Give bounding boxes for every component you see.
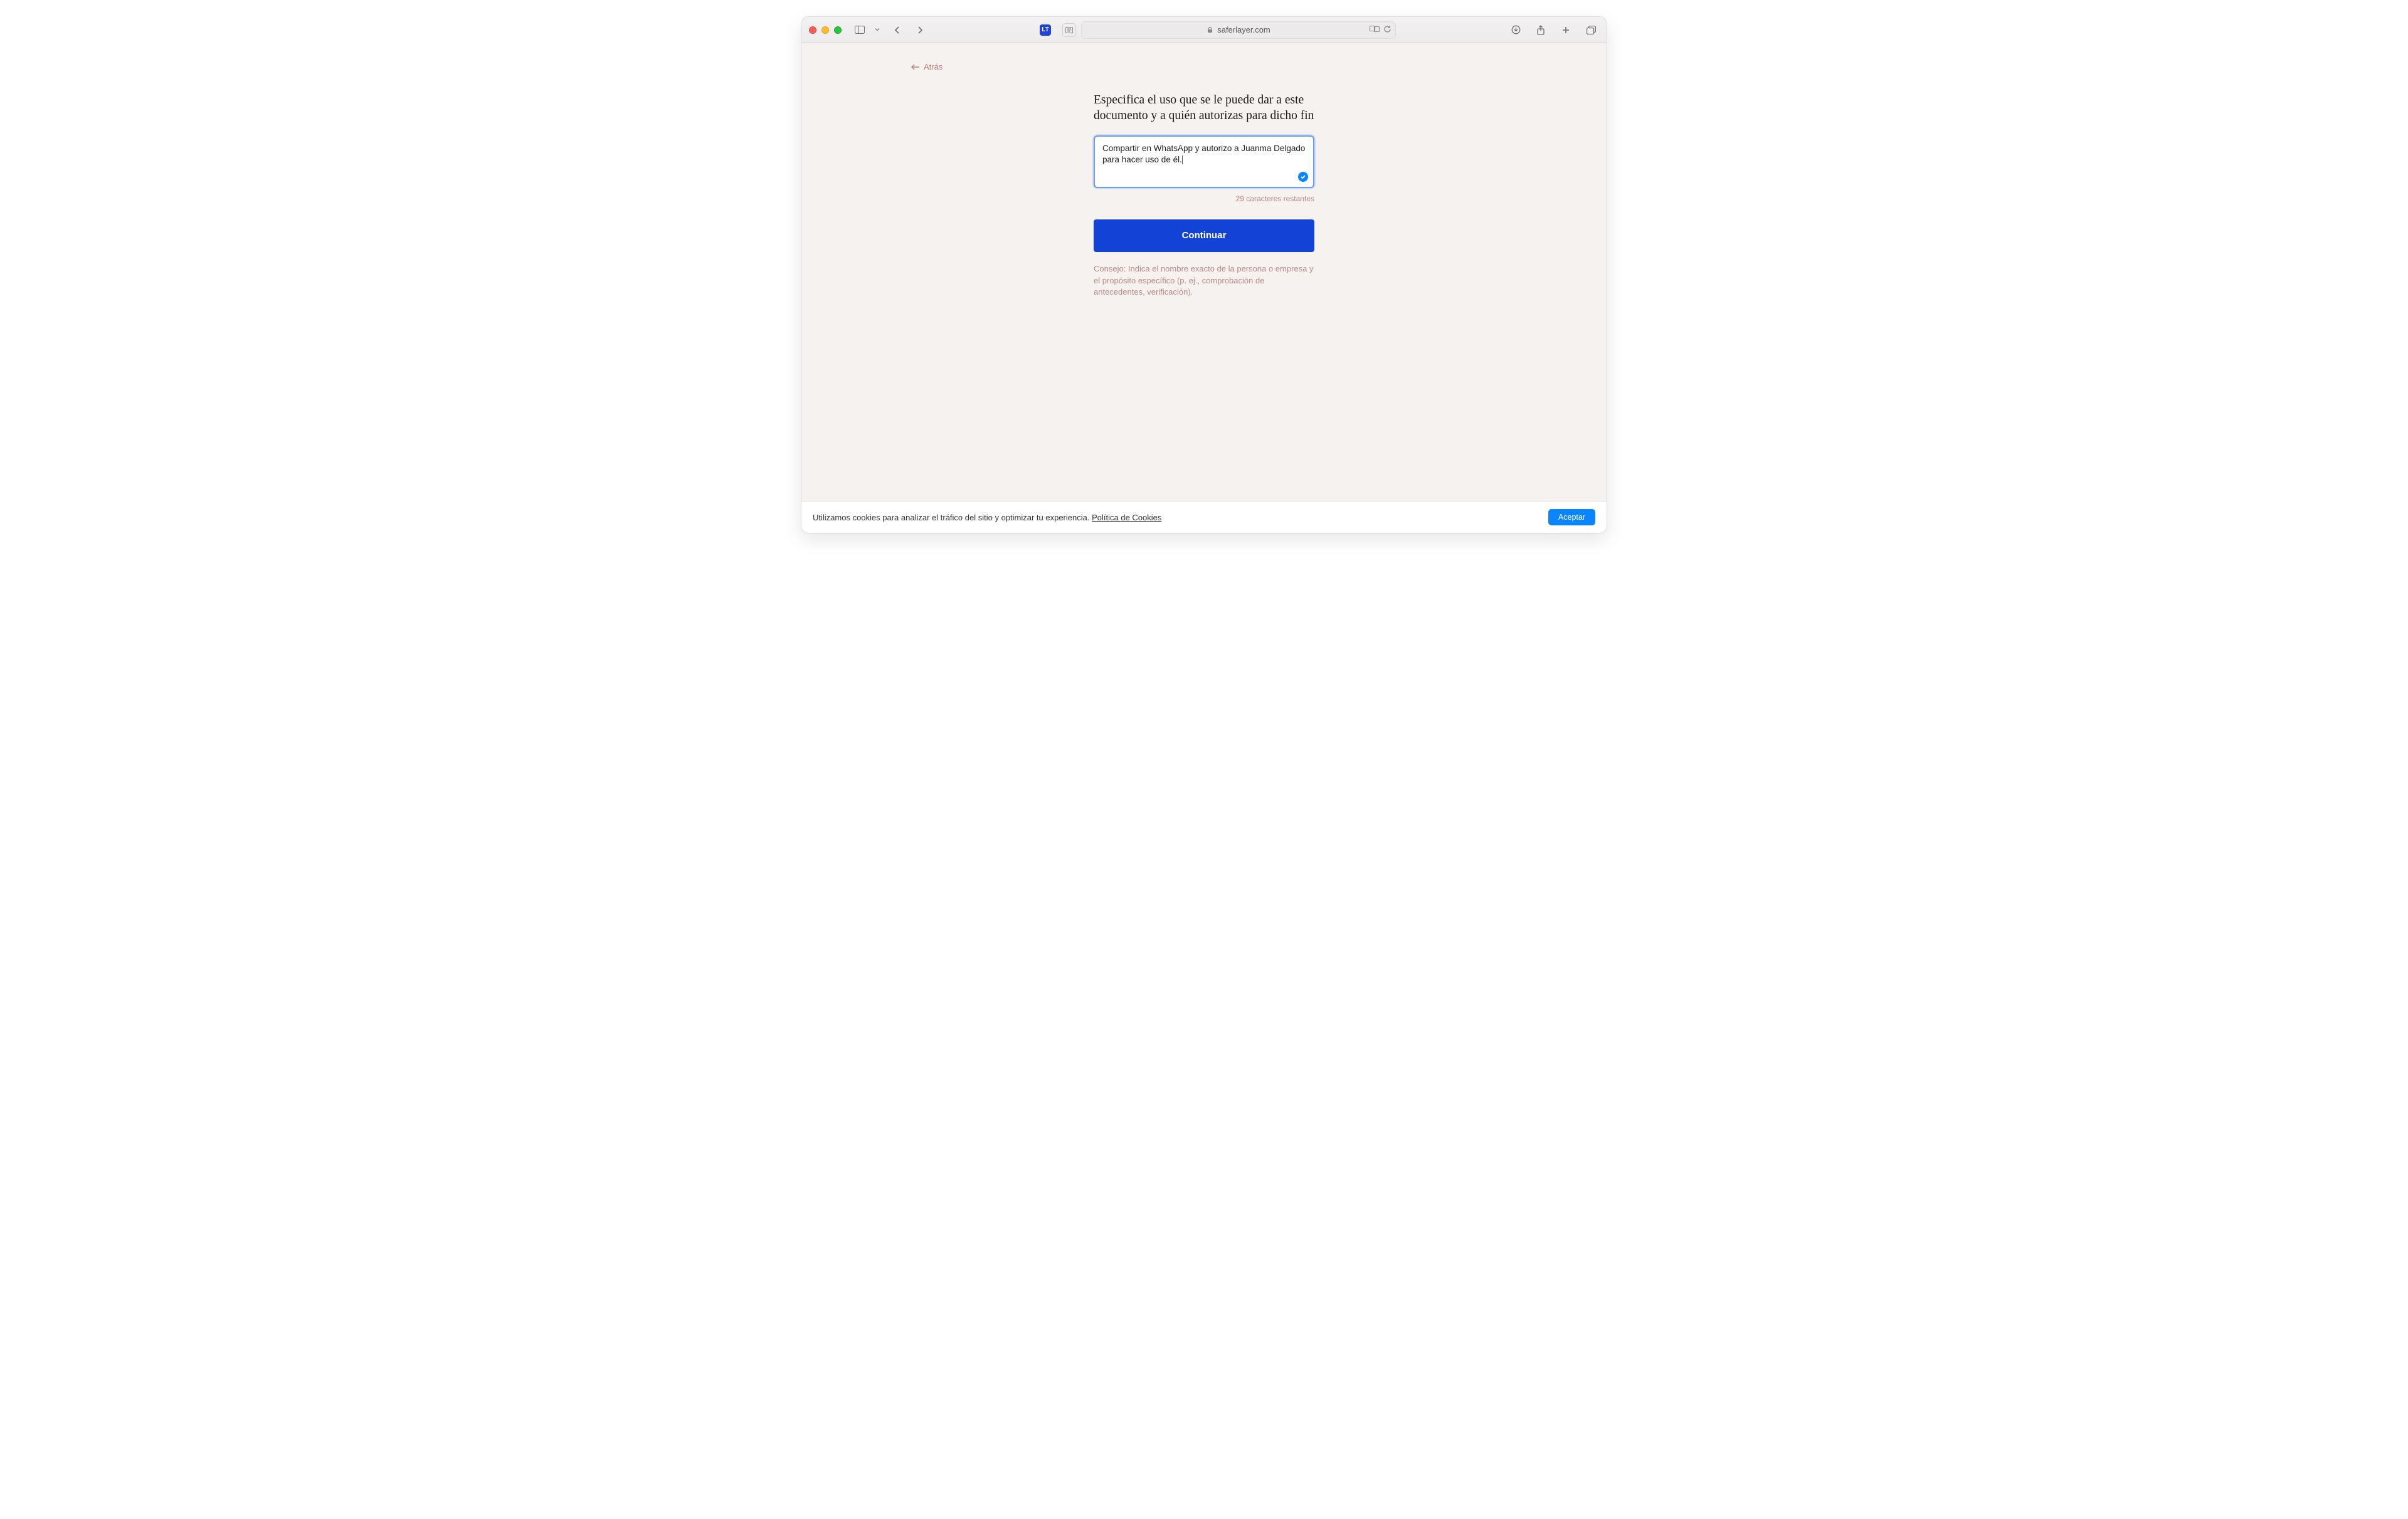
char-counter: 29 caracteres restantes bbox=[1094, 194, 1314, 203]
continue-button[interactable]: Continuar bbox=[1094, 219, 1314, 252]
extension-badge[interactable]: LT bbox=[1040, 24, 1051, 36]
back-link-label: Atrás bbox=[924, 62, 943, 71]
tip-text: Consejo: Indica el nombre exacto de la p… bbox=[1094, 263, 1314, 299]
address-bar-host: saferlayer.com bbox=[1217, 25, 1270, 34]
text-caret bbox=[1182, 155, 1183, 164]
tab-group-menu-button[interactable] bbox=[874, 24, 883, 36]
lock-icon bbox=[1207, 26, 1213, 33]
reader-mode-button[interactable] bbox=[1062, 23, 1076, 37]
purpose-textarea[interactable]: Compartir en WhatsApp y autorizo a Juanm… bbox=[1102, 143, 1306, 168]
sidebar-toggle-button[interactable] bbox=[852, 23, 868, 38]
cookie-accept-button[interactable]: Aceptar bbox=[1548, 509, 1595, 525]
form-column: Especifica el uso que se le puede dar a … bbox=[1094, 92, 1314, 298]
nav-back-button[interactable] bbox=[889, 23, 906, 38]
address-bar[interactable]: saferlayer.com bbox=[1081, 21, 1396, 39]
translate-icon[interactable] bbox=[1370, 25, 1380, 34]
browser-toolbar: LT saferlayer.com bbox=[801, 17, 1607, 43]
share-button[interactable] bbox=[1533, 23, 1549, 38]
fullscreen-window-button[interactable] bbox=[834, 26, 842, 34]
cookie-message: Utilizamos cookies para analizar el tráf… bbox=[813, 513, 1161, 522]
tab-overview-button[interactable] bbox=[1583, 23, 1599, 38]
downloads-button[interactable] bbox=[1508, 23, 1524, 38]
nav-forward-button[interactable] bbox=[912, 23, 928, 38]
cookie-policy-link[interactable]: Política de Cookies bbox=[1092, 513, 1161, 522]
browser-window: LT saferlayer.com bbox=[801, 16, 1607, 533]
minimize-window-button[interactable] bbox=[821, 26, 829, 34]
valid-check-icon bbox=[1298, 172, 1308, 182]
new-tab-button[interactable] bbox=[1558, 23, 1574, 38]
page-content: Atrás Especifica el uso que se le puede … bbox=[801, 43, 1607, 501]
back-link[interactable]: Atrás bbox=[911, 62, 943, 71]
close-window-button[interactable] bbox=[809, 26, 816, 34]
cookie-banner: Utilizamos cookies para analizar el tráf… bbox=[801, 501, 1607, 533]
reload-icon[interactable] bbox=[1383, 25, 1391, 35]
purpose-textarea-wrapper[interactable]: Compartir en WhatsApp y autorizo a Juanm… bbox=[1094, 135, 1314, 188]
arrow-left-icon bbox=[911, 64, 920, 70]
window-controls bbox=[809, 26, 842, 34]
page-headline: Especifica el uso que se le puede dar a … bbox=[1094, 92, 1314, 124]
